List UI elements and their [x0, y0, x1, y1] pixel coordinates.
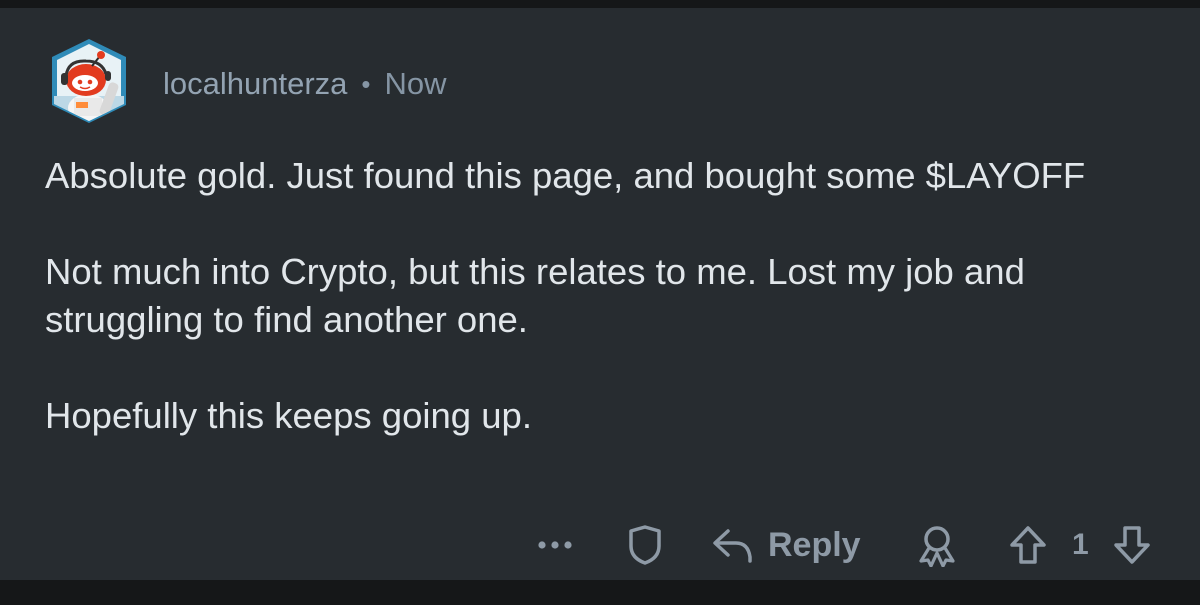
- more-dots-icon: [536, 539, 576, 551]
- award-button[interactable]: [916, 516, 958, 574]
- downvote-arrow-icon: [1112, 524, 1152, 566]
- award-icon: [916, 523, 958, 567]
- reply-button[interactable]: Reply: [710, 516, 861, 574]
- meta-separator: •: [361, 68, 371, 99]
- snoo-avatar-icon[interactable]: [44, 36, 134, 126]
- shield-icon: [625, 524, 665, 566]
- comment-paragraph: Not much into Crypto, but this relates t…: [45, 251, 1025, 340]
- upvote-button[interactable]: [1008, 516, 1048, 574]
- more-options-button[interactable]: [536, 516, 576, 574]
- comment-paragraph: Hopefully this keeps going up.: [45, 395, 532, 436]
- comment-card: localhunterza • Now Absolute gold. Just …: [0, 8, 1200, 580]
- author-username[interactable]: localhunterza: [163, 66, 347, 102]
- comment-meta: localhunterza • Now: [163, 64, 447, 104]
- reply-label: Reply: [768, 525, 861, 564]
- vote-count-label: 1: [1072, 528, 1089, 561]
- comment-paragraph: Absolute gold. Just found this page, and…: [45, 155, 1086, 196]
- reply-arrow-icon: [710, 525, 754, 565]
- comment-action-bar: Reply 1: [520, 516, 1170, 574]
- page-background-strip: [0, 580, 1200, 605]
- downvote-button[interactable]: [1112, 516, 1152, 574]
- comment-timestamp: Now: [384, 66, 447, 101]
- vote-count: 1: [1072, 516, 1089, 574]
- upvote-arrow-icon: [1008, 524, 1048, 566]
- moderate-button[interactable]: [625, 516, 665, 574]
- comment-body: Absolute gold. Just found this page, and…: [45, 152, 1165, 440]
